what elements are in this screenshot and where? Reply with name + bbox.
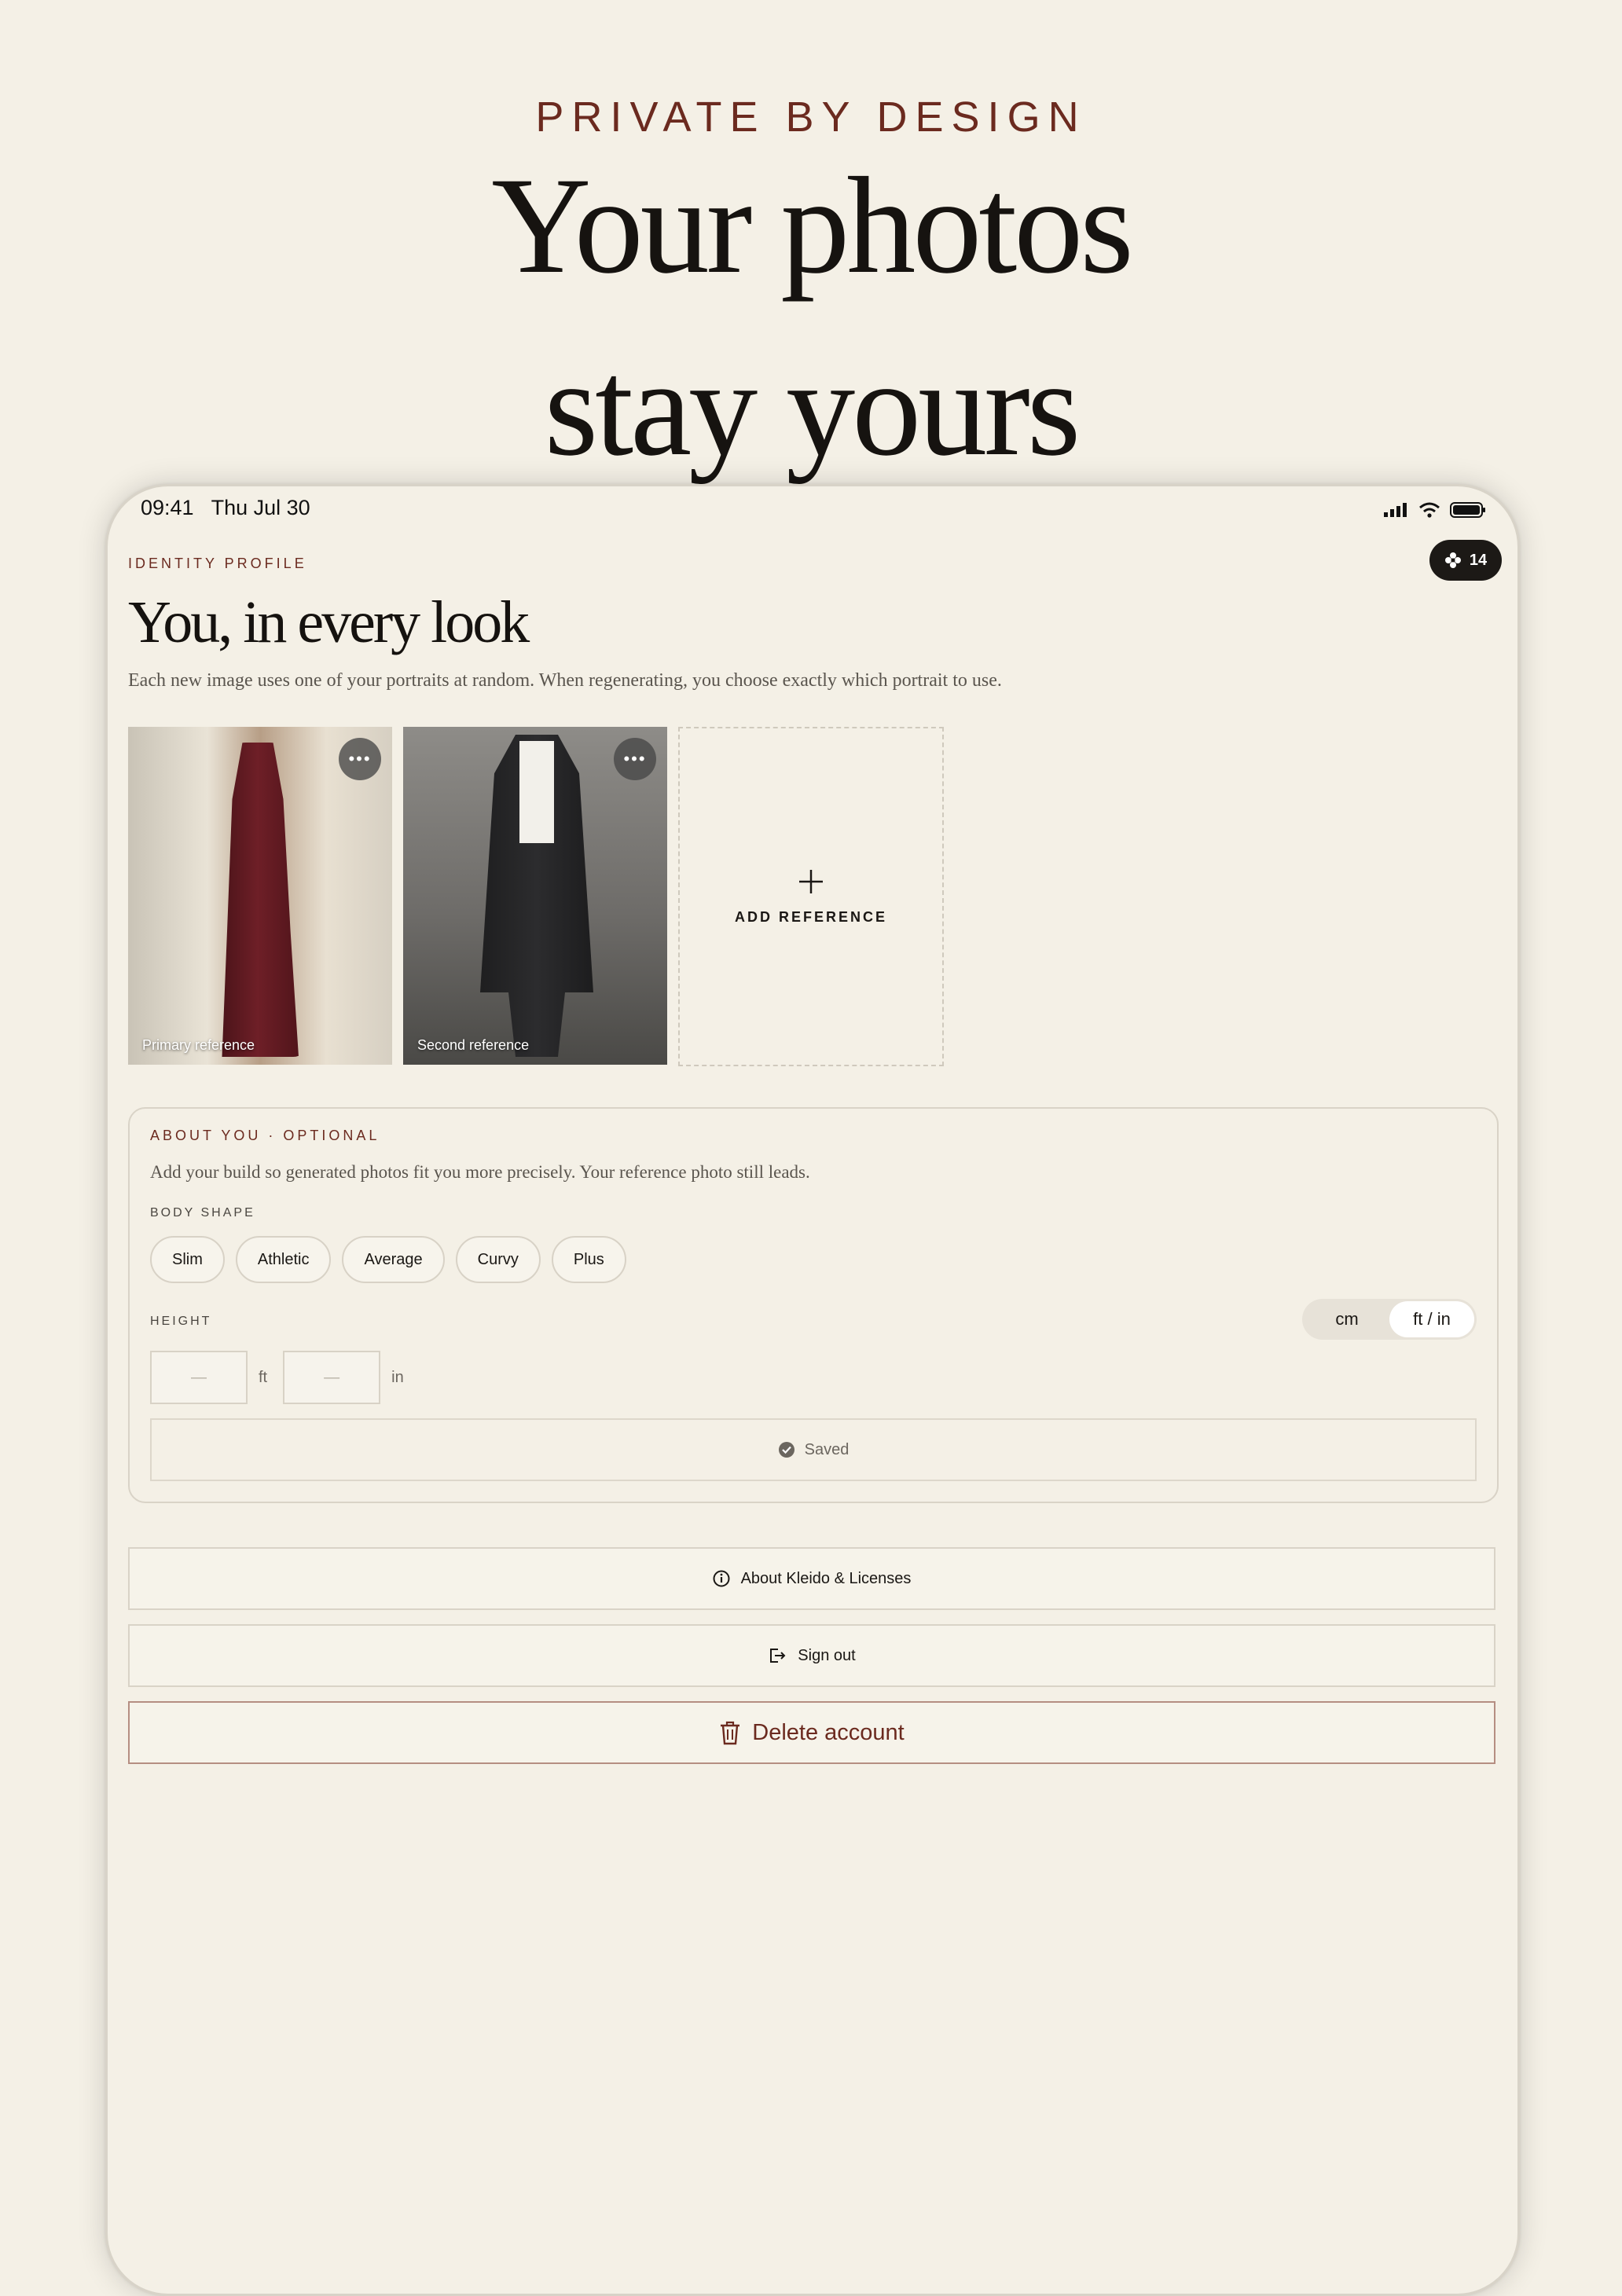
plus-icon <box>799 869 823 893</box>
status-icons <box>1384 502 1486 518</box>
hero-title-line-2: stay yours <box>544 332 1081 485</box>
chip-slim[interactable]: Slim <box>150 1236 225 1283</box>
chip-average[interactable]: Average <box>342 1236 445 1283</box>
more-options-button[interactable]: ••• <box>339 738 381 780</box>
feet-unit-label: ft <box>259 1368 268 1386</box>
saved-status: Saved <box>150 1418 1477 1481</box>
unit-toggle[interactable]: cm ft / in <box>1302 1299 1477 1340</box>
cellular-signal-icon <box>1384 503 1407 517</box>
hero-eyebrow: PRIVATE BY DESIGN <box>535 94 1087 141</box>
wifi-icon <box>1419 502 1440 518</box>
chip-curvy[interactable]: Curvy <box>455 1236 541 1283</box>
height-label: HEIGHT <box>150 1315 212 1328</box>
page-title: You, in every look <box>128 589 530 655</box>
trash-icon <box>721 1721 740 1745</box>
about-you-card: ABOUT YOU · OPTIONAL Add your build so g… <box>128 1107 1499 1503</box>
reference-photo-shirt <box>519 741 554 843</box>
delete-account-label: Delete account <box>752 1719 905 1745</box>
more-options-button[interactable]: ••• <box>614 738 656 780</box>
credits-count: 14 <box>1469 551 1488 569</box>
page-subtitle: Each new image uses one of your portrait… <box>128 670 1002 691</box>
device-frame: 09:41 Thu Jul 30 14 IDENTITY PROFILE You… <box>105 484 1520 2296</box>
add-reference-label: ADD REFERENCE <box>734 908 887 925</box>
sign-out-button[interactable]: Sign out <box>128 1624 1495 1687</box>
info-icon <box>713 1570 730 1587</box>
add-reference-button[interactable]: ADD REFERENCE <box>678 727 944 1066</box>
status-clock: 09:41 <box>141 496 194 519</box>
body-shape-chips: Slim Athletic Average Curvy Plus <box>150 1236 626 1283</box>
hero-title-line-1: Your photos <box>491 149 1133 303</box>
status-time: 09:41 Thu Jul 30 <box>141 496 310 520</box>
check-circle-icon <box>778 1442 794 1458</box>
chip-athletic[interactable]: Athletic <box>235 1236 332 1283</box>
body-shape-label: BODY SHAPE <box>150 1206 255 1220</box>
about-licenses-button[interactable]: About Kleido & Licenses <box>128 1547 1495 1610</box>
reference-caption: Primary reference <box>142 1037 255 1053</box>
saved-text: Saved <box>804 1440 850 1458</box>
height-inputs: — ft — in <box>150 1351 409 1404</box>
status-date: Thu Jul 30 <box>211 496 310 519</box>
inches-unit-label: in <box>391 1368 404 1386</box>
reference-card-second[interactable]: ••• Second reference <box>403 727 667 1065</box>
about-eyebrow: ABOUT YOU · OPTIONAL <box>150 1128 380 1143</box>
reference-photo-primary <box>222 743 299 1057</box>
inches-input[interactable]: — <box>283 1351 381 1404</box>
flower-icon <box>1444 552 1461 568</box>
about-subtitle: Add your build so generated photos fit y… <box>150 1162 810 1182</box>
credits-badge[interactable]: 14 <box>1429 540 1502 581</box>
chip-plus[interactable]: Plus <box>551 1236 626 1283</box>
delete-account-button[interactable]: Delete account <box>128 1701 1495 1764</box>
battery-icon <box>1450 502 1485 518</box>
profile-eyebrow: IDENTITY PROFILE <box>128 556 307 571</box>
unit-option-cm[interactable]: cm <box>1305 1301 1389 1337</box>
reference-gallery: ••• Primary reference ••• Second referen… <box>128 727 944 1066</box>
reference-card-primary[interactable]: ••• Primary reference <box>128 727 392 1065</box>
about-licenses-label: About Kleido & Licenses <box>740 1569 912 1587</box>
feet-input[interactable]: — <box>150 1351 248 1404</box>
reference-caption: Second reference <box>417 1037 530 1053</box>
unit-option-ft-in[interactable]: ft / in <box>1389 1301 1474 1337</box>
sign-out-label: Sign out <box>798 1646 856 1664</box>
sign-out-icon <box>770 1649 786 1663</box>
